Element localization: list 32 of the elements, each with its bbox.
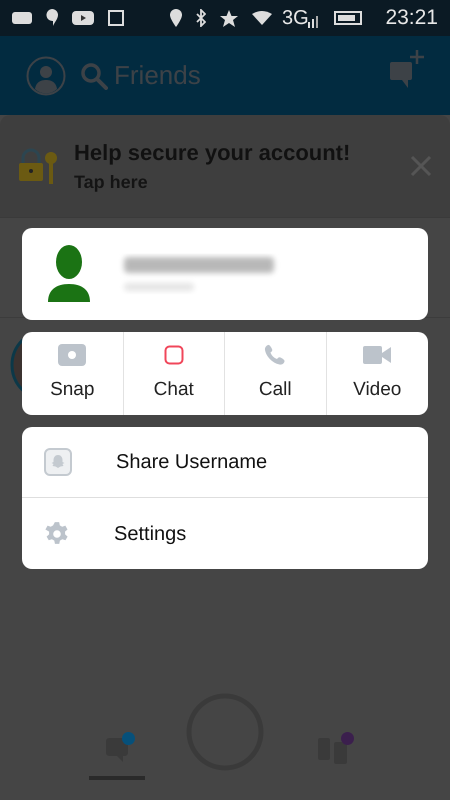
message-icon xyxy=(12,12,32,24)
search-icon xyxy=(80,62,108,90)
clock: 23:21 xyxy=(385,5,438,32)
camera-icon xyxy=(58,344,86,366)
quote-bubble-icon xyxy=(46,9,58,27)
star-icon xyxy=(220,10,238,26)
video-camera-icon xyxy=(363,345,392,366)
bluetooth-icon xyxy=(196,9,206,27)
chat-icon[interactable] xyxy=(105,736,129,764)
battery-icon xyxy=(334,11,362,25)
wifi-icon xyxy=(252,11,272,25)
square-icon xyxy=(164,345,184,366)
settings-icon xyxy=(44,520,70,546)
action-button[interactable]: Video xyxy=(326,332,428,415)
profile-icon[interactable] xyxy=(26,56,66,96)
network-type: 3G xyxy=(282,6,309,31)
image-icon xyxy=(108,10,124,26)
action-button[interactable]: Call xyxy=(225,332,326,415)
menu-item[interactable]: Share Username xyxy=(22,427,428,498)
menu-item[interactable]: Settings xyxy=(22,498,428,569)
stories-icon[interactable] xyxy=(318,736,348,764)
close-icon[interactable] xyxy=(410,155,432,177)
avatar-silhouette xyxy=(48,244,90,304)
action-button[interactable]: Chat xyxy=(124,332,225,415)
lock-and-key-icon xyxy=(18,146,58,186)
signal-icon xyxy=(308,16,318,28)
play-icon xyxy=(72,11,94,25)
phone-icon xyxy=(263,343,288,368)
action-button[interactable]: Snap xyxy=(22,332,124,415)
ghost-code-icon xyxy=(44,448,72,476)
add-chat-icon[interactable] xyxy=(390,50,424,90)
location-icon xyxy=(170,9,182,27)
